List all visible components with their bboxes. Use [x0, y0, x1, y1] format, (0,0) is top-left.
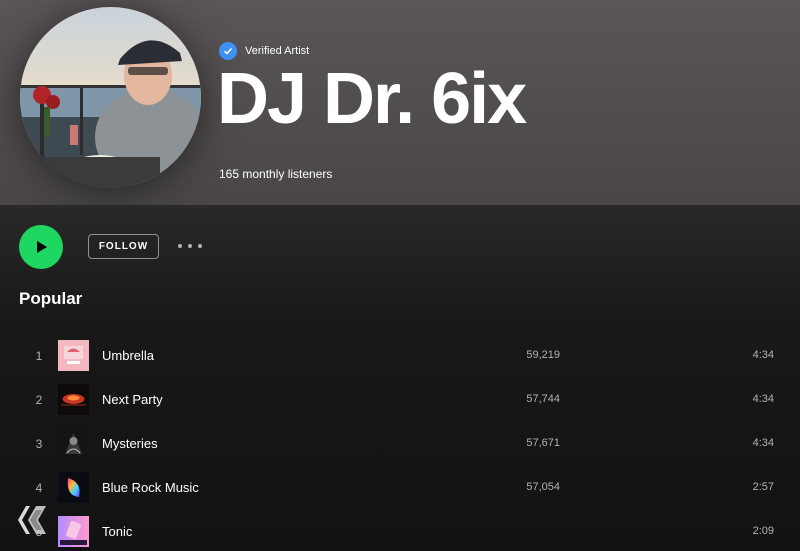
track-duration: 4:34 [752, 393, 774, 405]
track-duration: 2:09 [752, 525, 774, 537]
track-row[interactable]: 2 Next Party 57,744 4:34 [0, 380, 800, 424]
track-artwork [58, 472, 89, 503]
hive-logo-icon [16, 502, 48, 538]
track-title[interactable]: Umbrella [102, 348, 154, 363]
verified-check-icon [219, 42, 237, 60]
track-number: 2 [35, 393, 43, 407]
track-title[interactable]: Mysteries [102, 436, 158, 451]
popular-track-list: 1 Umbrella 59,219 4:34 2 Next Party 57,7… [0, 336, 800, 551]
follow-button[interactable]: FOLLOW [88, 234, 159, 259]
artist-name: DJ Dr. 6ix [217, 59, 527, 139]
track-play-count: 59,219 [526, 349, 560, 361]
monthly-listeners: 165 monthly listeners [219, 167, 333, 181]
track-row[interactable]: 3 Mysteries 57,671 4:34 [0, 424, 800, 468]
track-duration: 2:57 [752, 481, 774, 493]
track-artwork [58, 516, 89, 547]
play-button[interactable] [19, 225, 63, 269]
track-row[interactable]: 5 Tonic 2:09 [0, 512, 800, 551]
track-row[interactable]: 4 Blue Rock Music 57,054 2:57 [0, 468, 800, 512]
track-number: 3 [35, 437, 43, 451]
track-play-count: 57,744 [526, 393, 560, 405]
track-title[interactable]: Tonic [102, 524, 132, 539]
verified-label: Verified Artist [245, 45, 310, 57]
track-row[interactable]: 1 Umbrella 59,219 4:34 [0, 336, 800, 380]
track-artwork [58, 384, 89, 415]
track-play-count: 57,671 [526, 437, 560, 449]
artist-header: Verified Artist DJ Dr. 6ix 165 monthly l… [0, 0, 800, 205]
track-duration: 4:34 [752, 349, 774, 361]
track-artwork [58, 340, 89, 371]
artist-content: FOLLOW Popular 1 Umbrella 59,219 4:34 2 [0, 205, 800, 551]
more-options-icon[interactable] [178, 238, 202, 254]
verified-artist-badge: Verified Artist [219, 42, 309, 60]
track-artwork [58, 428, 89, 459]
track-title[interactable]: Next Party [102, 392, 163, 407]
artist-avatar [20, 7, 201, 188]
track-duration: 4:34 [752, 437, 774, 449]
play-icon [37, 241, 47, 253]
track-title[interactable]: Blue Rock Music [102, 480, 199, 495]
track-number: 1 [35, 349, 43, 363]
track-number: 4 [35, 481, 43, 495]
popular-section-title: Popular [19, 289, 83, 308]
track-play-count: 57,054 [526, 481, 560, 493]
